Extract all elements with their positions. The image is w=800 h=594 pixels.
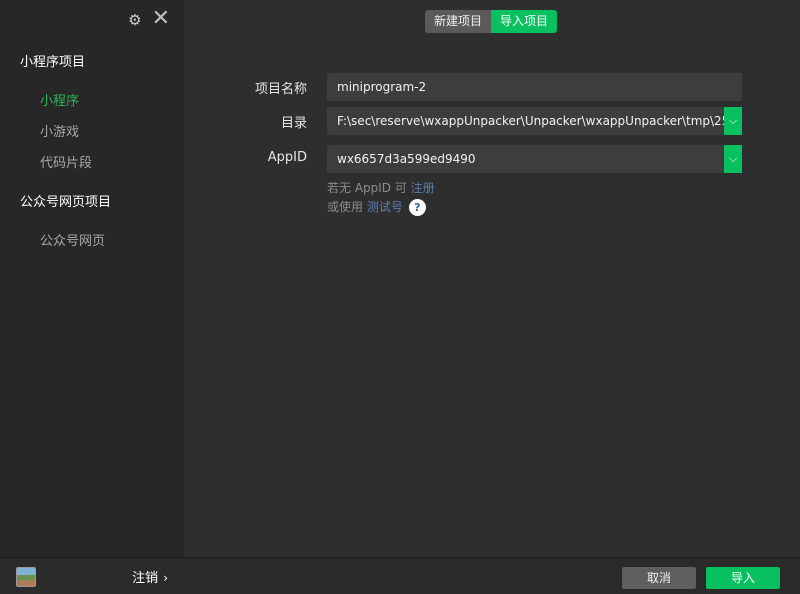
register-link[interactable]: 注册	[411, 181, 435, 195]
test-account-link[interactable]: 测试号	[367, 200, 403, 214]
tab-new-project[interactable]: 新建项目	[425, 10, 492, 33]
chevron-down-icon[interactable]: ⌵	[724, 145, 742, 173]
directory-label: 目录	[280, 116, 307, 131]
section-title-miniprogram: 小程序项目	[20, 55, 86, 70]
directory-field[interactable]: F:\sec\reserve\wxappUnpacker\Unpacker\wx…	[327, 107, 742, 135]
sidebar-item-code-snippet[interactable]: 代码片段	[40, 152, 92, 171]
project-name-value: miniprogram-2	[337, 80, 427, 94]
logout-button[interactable]: 注销 ›	[132, 567, 168, 586]
sidebar-item-miniprogram[interactable]: 小程序	[40, 90, 79, 109]
directory-value: F:\sec\reserve\wxappUnpacker\Unpacker\wx…	[337, 114, 724, 128]
hint-no-appid: 若无 AppID 可 注册	[327, 179, 435, 196]
cancel-button[interactable]: 取消	[622, 567, 696, 589]
appid-field[interactable]: wx6657d3a599ed9490 ⌵	[327, 145, 742, 173]
project-name-label: 项目名称	[254, 82, 307, 97]
sidebar: ⚙ ✕ 小程序项目 小程序 小游戏 代码片段 公众号网页项目 公众号网页 注销 ›	[0, 0, 184, 594]
tab-import-project[interactable]: 导入项目	[491, 10, 558, 33]
sidebar-footer: 注销 ›	[0, 557, 184, 594]
sidebar-top-actions: ⚙ ✕	[128, 8, 170, 30]
gear-icon[interactable]: ⚙	[128, 12, 141, 28]
chevron-down-icon[interactable]: ⌵	[724, 107, 742, 135]
hint-or-use-text: 或使用	[327, 200, 367, 214]
appid-label: AppID	[267, 150, 307, 165]
section-title-official-account: 公众号网页项目	[20, 195, 112, 210]
project-mode-tabs: 新建项目 导入项目	[425, 10, 558, 33]
chevron-right-icon: ›	[163, 571, 168, 585]
sidebar-item-minigame[interactable]: 小游戏	[40, 121, 79, 140]
project-name-field[interactable]: miniprogram-2	[327, 73, 742, 101]
appid-value: wx6657d3a599ed9490	[337, 152, 476, 166]
logout-label: 注销	[132, 571, 159, 586]
sidebar-item-official-webpage[interactable]: 公众号网页	[40, 230, 105, 249]
footer-bar: 取消 导入	[184, 557, 800, 594]
help-icon[interactable]: ?	[408, 199, 426, 216]
hint-no-appid-text: 若无 AppID 可	[327, 181, 411, 195]
import-button[interactable]: 导入	[706, 567, 780, 589]
hint-test-account: 或使用 测试号?	[327, 198, 426, 216]
avatar[interactable]	[16, 567, 36, 587]
close-icon[interactable]: ✕	[152, 8, 170, 30]
